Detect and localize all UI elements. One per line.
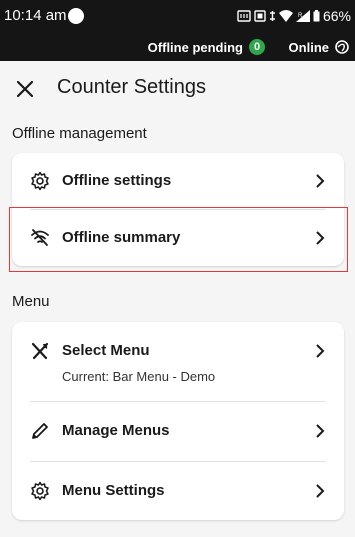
page-header: Counter Settings bbox=[0, 61, 355, 117]
chevron-right-icon bbox=[316, 344, 325, 358]
gear-icon bbox=[31, 171, 49, 191]
signal-icon: R bbox=[295, 10, 310, 22]
offline-settings-label: Offline settings bbox=[62, 172, 172, 189]
status-icons: R 66% bbox=[237, 8, 351, 24]
select-menu-row[interactable]: Select Menu Current: Bar Menu - Demo bbox=[12, 322, 344, 400]
pending-count-badge: 0 bbox=[249, 39, 265, 55]
menu-card: Select Menu Current: Bar Menu - Demo Man… bbox=[12, 322, 344, 520]
page-title: Counter Settings bbox=[57, 76, 206, 98]
menu-settings-row[interactable]: Menu Settings bbox=[12, 462, 344, 520]
utensils-icon bbox=[31, 342, 49, 360]
offline-settings-row[interactable]: Offline settings bbox=[12, 153, 344, 209]
section-title-menu: Menu bbox=[12, 293, 50, 310]
online-status-label: Online bbox=[288, 40, 329, 55]
chevron-right-icon bbox=[316, 424, 325, 438]
offline-summary-row[interactable]: Offline summary bbox=[12, 210, 344, 266]
nfc-icon bbox=[237, 10, 251, 22]
globe-icon bbox=[335, 40, 349, 54]
chevron-right-icon bbox=[316, 484, 325, 498]
offline-pending-label: Offline pending bbox=[147, 40, 243, 55]
wifi-icon bbox=[278, 10, 293, 22]
battery-percent: 66% bbox=[322, 8, 351, 24]
manage-menus-row[interactable]: Manage Menus bbox=[12, 402, 344, 460]
sync-bar: Offline pending 0 Online bbox=[0, 33, 355, 61]
notification-dot-icon bbox=[68, 8, 84, 24]
chevron-right-icon bbox=[316, 174, 325, 188]
close-button[interactable] bbox=[12, 76, 38, 102]
pencil-icon bbox=[32, 423, 48, 439]
select-menu-label: Select Menu bbox=[62, 342, 150, 359]
vibrate-icon bbox=[269, 11, 275, 21]
offline-summary-label: Offline summary bbox=[62, 229, 181, 246]
battery-icon bbox=[313, 10, 320, 22]
cast-icon bbox=[254, 10, 266, 22]
section-title-offline: Offline management bbox=[12, 125, 147, 142]
wifi-off-icon bbox=[31, 229, 49, 246]
svg-text:R: R bbox=[298, 13, 303, 19]
gear-icon bbox=[31, 481, 49, 501]
manage-menus-label: Manage Menus bbox=[62, 422, 170, 439]
close-icon bbox=[16, 80, 34, 98]
status-time: 10:14 am bbox=[4, 7, 67, 24]
status-bar: 10:14 am R 66% bbox=[0, 0, 355, 33]
chevron-right-icon bbox=[316, 231, 325, 245]
current-menu-text: Current: Bar Menu - Demo bbox=[62, 369, 216, 384]
offline-card: Offline settings Offline summary bbox=[12, 153, 344, 266]
menu-settings-label: Menu Settings bbox=[62, 482, 165, 499]
